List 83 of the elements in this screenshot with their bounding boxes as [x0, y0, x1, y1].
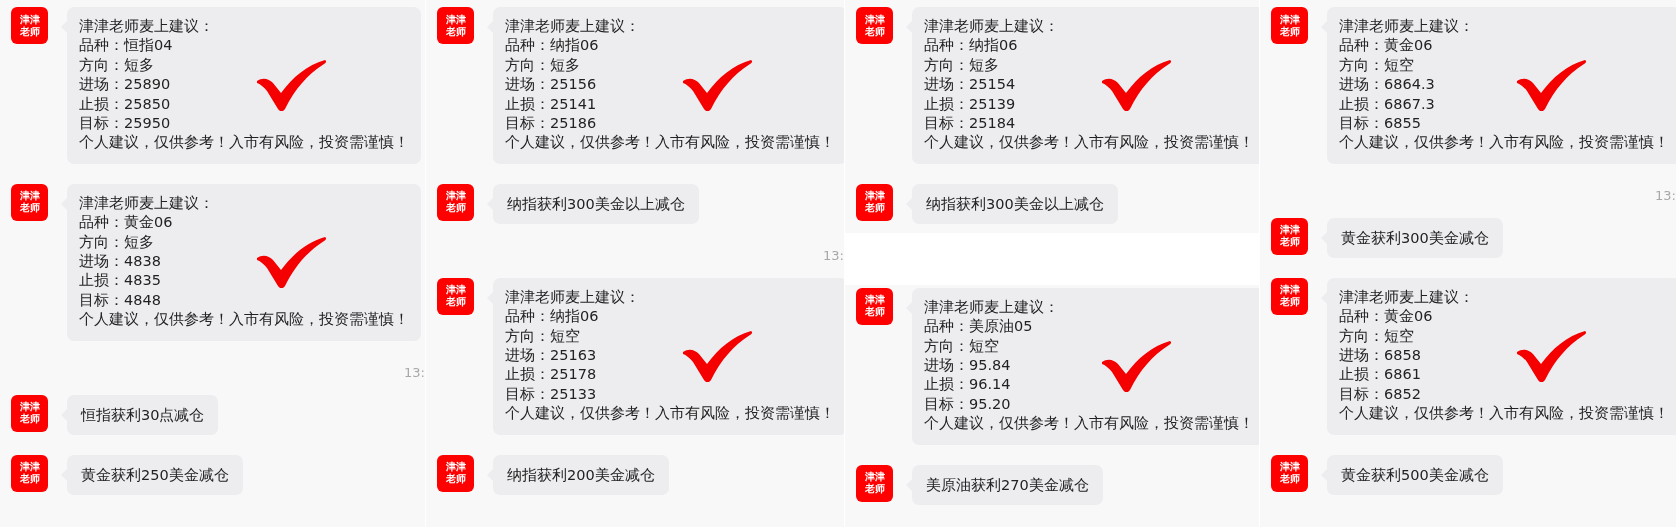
message-line: 个人建议，仅供参考！入市有风险，投资需谨慎！: [924, 414, 1254, 434]
message-text: 黄金获利500美金减仓: [1341, 466, 1489, 483]
message-text: 纳指获利300美金以上减仓: [507, 195, 685, 212]
avatar[interactable]: 津津老师: [437, 183, 474, 221]
message-line: 个人建议，仅供参考！入市有风险，投资需谨慎！: [1339, 133, 1669, 153]
message-line: 止损：6867.3: [1339, 94, 1436, 114]
message-line: 方向：短空: [505, 326, 581, 346]
message-line: 目标：25133: [505, 384, 598, 404]
message-text: 黄金获利250美金减仓: [81, 466, 229, 483]
message-line: 止损：25178: [505, 365, 598, 385]
message-line: 方向：短多: [79, 232, 155, 252]
avatar[interactable]: 津津老师: [11, 454, 48, 492]
message-line: 止损：25141: [505, 94, 598, 114]
message-line: 目标：6852: [1339, 384, 1422, 404]
message-line: 品种：纳指06: [505, 36, 600, 56]
avatar[interactable]: 津津老师: [1271, 454, 1308, 492]
avatar[interactable]: 津津老师: [11, 183, 48, 221]
avatar[interactable]: 津津老师: [437, 7, 474, 44]
message-line: 目标：25184: [924, 114, 1017, 134]
avatar[interactable]: 津津老师: [437, 277, 474, 315]
message-line: 方向：短空: [924, 336, 1000, 356]
message-line: 目标：25186: [505, 114, 598, 134]
message-line: 进场：6864.3: [1339, 75, 1436, 95]
message-text: 纳指获利300美金以上减仓: [926, 195, 1104, 212]
message-line: 止损：25139: [924, 94, 1017, 114]
message-line: 津津老师麦上建议：: [1339, 17, 1475, 36]
message-line: 品种：恒指04: [79, 36, 174, 56]
message-line: 进场：25154: [924, 75, 1017, 95]
message-line: 方向：短空: [1339, 326, 1415, 346]
message-line: 止损：96.14: [924, 375, 1012, 395]
avatar[interactable]: 津津老师: [437, 454, 474, 492]
message-line: 品种：黄金06: [1339, 307, 1434, 327]
avatar[interactable]: 津津老师: [856, 183, 893, 221]
message-line: 进场：25163: [505, 346, 598, 366]
timestamp: 13:: [404, 363, 425, 382]
message-line: 个人建议，仅供参考！入市有风险，投资需谨慎！: [505, 404, 835, 424]
message-line: 止损：25850: [79, 94, 172, 114]
message-line: 品种：美原油05: [924, 317, 1034, 337]
message-line: 个人建议，仅供参考！入市有风险，投资需谨慎！: [505, 133, 835, 153]
message-line: 方向：短空: [1339, 55, 1415, 75]
avatar[interactable]: 津津老师: [1271, 277, 1308, 315]
message-line: 个人建议，仅供参考！入市有风险，投资需谨慎！: [79, 133, 409, 153]
message-line: 品种：黄金06: [1339, 36, 1434, 56]
avatar[interactable]: 津津老师: [1271, 7, 1308, 44]
message-line: 目标：4848: [79, 290, 162, 310]
message-line: 品种：纳指06: [924, 36, 1019, 56]
message-line: 品种：黄金06: [79, 213, 174, 233]
timestamp: 13:: [1655, 186, 1676, 205]
message-line: 个人建议，仅供参考！入市有风险，投资需谨慎！: [924, 133, 1254, 153]
message-line: 进场：6858: [1339, 346, 1422, 366]
message-line: 津津老师麦上建议：: [1339, 287, 1475, 307]
message-line: 津津老师麦上建议：: [505, 17, 641, 36]
message-line: 方向：短多: [924, 55, 1000, 75]
avatar[interactable]: 津津老师: [11, 7, 48, 44]
message-line: 个人建议，仅供参考！入市有风险，投资需谨慎！: [79, 310, 409, 330]
message-line: 止损：4835: [79, 271, 162, 291]
message-line: 津津老师麦上建议：: [924, 17, 1060, 36]
message-line: 目标：95.20: [924, 394, 1012, 414]
message-line: 止损：6861: [1339, 365, 1422, 385]
message-text: 恒指获利30点减仓: [81, 406, 205, 423]
message-text: 纳指获利200美金减仓: [507, 466, 655, 483]
message-line: 品种：纳指06: [505, 307, 600, 327]
avatar[interactable]: 津津老师: [856, 287, 893, 325]
message-line: 津津老师麦上建议：: [79, 17, 215, 36]
message-line: 进场：25156: [505, 75, 598, 95]
avatar[interactable]: 津津老师: [1271, 217, 1308, 255]
message-line: 个人建议，仅供参考！入市有风险，投资需谨慎！: [1339, 404, 1669, 424]
message-line: 方向：短多: [79, 55, 155, 75]
message-line: 津津老师麦上建议：: [505, 287, 641, 307]
message-text: 黄金获利300美金减仓: [1341, 229, 1489, 246]
message-text: 美原油获利270美金减仓: [926, 476, 1089, 493]
message-line: 进场：25890: [79, 75, 172, 95]
message-line: 津津老师麦上建议：: [79, 193, 215, 213]
message-line: 目标：6855: [1339, 114, 1422, 134]
message-line: 进场：4838: [79, 252, 162, 272]
message-line: 目标：25950: [79, 114, 172, 134]
timestamp: 13:: [823, 246, 844, 265]
message-line: 方向：短多: [505, 55, 581, 75]
avatar[interactable]: 津津老师: [856, 7, 893, 44]
avatar[interactable]: 津津老师: [11, 394, 48, 432]
message-line: 津津老师麦上建议：: [924, 297, 1060, 317]
message-line: 进场：95.84: [924, 356, 1012, 376]
avatar[interactable]: 津津老师: [856, 464, 893, 502]
